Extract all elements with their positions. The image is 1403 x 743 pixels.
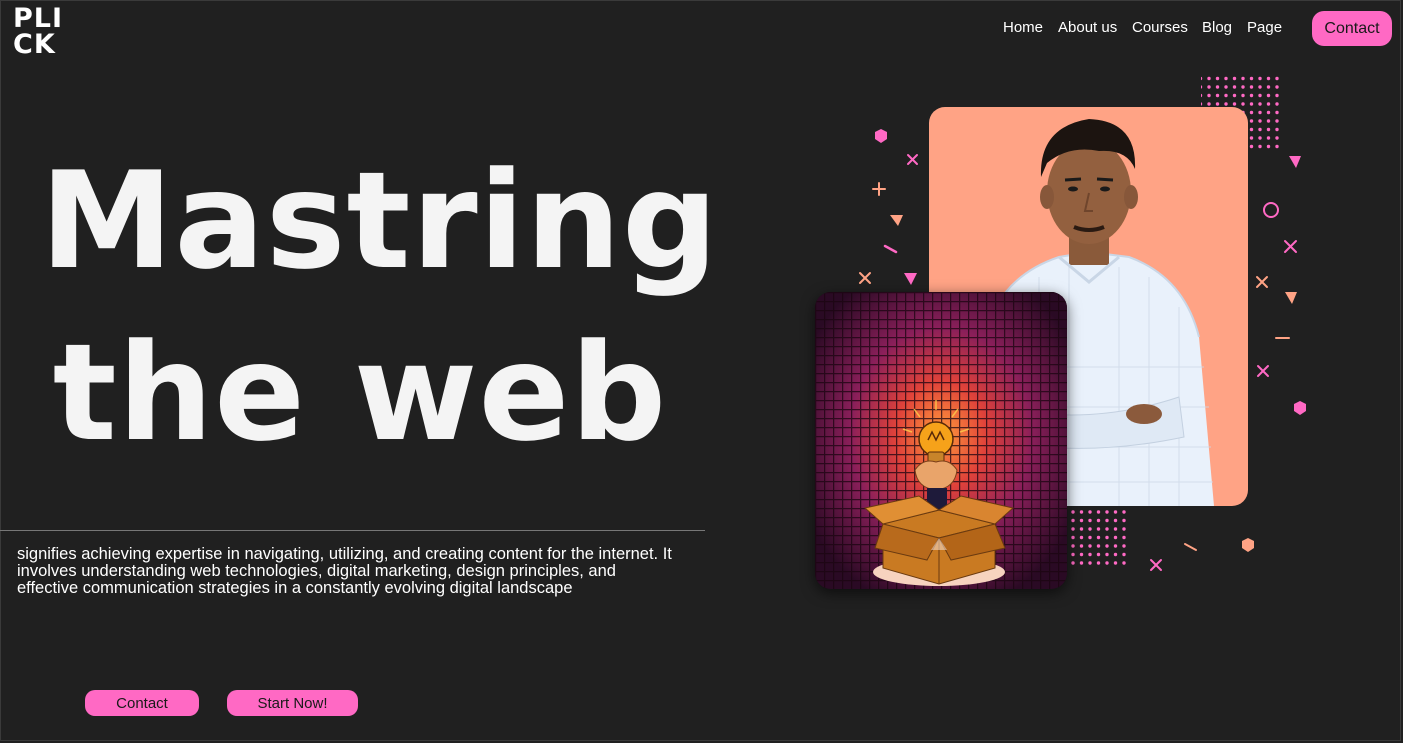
start-now-button[interactable]: Start Now! [227,690,358,716]
hero-title-line-2: the web [52,315,668,471]
nav-courses[interactable]: Courses [1132,19,1188,36]
nav-about-us[interactable]: About us [1058,19,1117,36]
hero-title: Mastring the web [40,135,719,479]
hero-title-line-1: Mastring [40,143,719,299]
nav-home[interactable]: Home [1003,19,1043,36]
logo-line-2: CK [13,29,56,60]
hero-contact-button[interactable]: Contact [85,690,199,716]
nav-contact-button[interactable]: Contact [1312,11,1392,46]
brand-logo[interactable]: PLI CK [13,5,63,60]
nav-blog[interactable]: Blog [1202,19,1232,36]
idea-illustration-card [815,292,1067,589]
hero-divider [0,530,705,531]
hero-description: signifies achieving expertise in navigat… [17,545,672,597]
idea-illustration [815,292,1067,589]
nav-page[interactable]: Page [1247,19,1282,36]
